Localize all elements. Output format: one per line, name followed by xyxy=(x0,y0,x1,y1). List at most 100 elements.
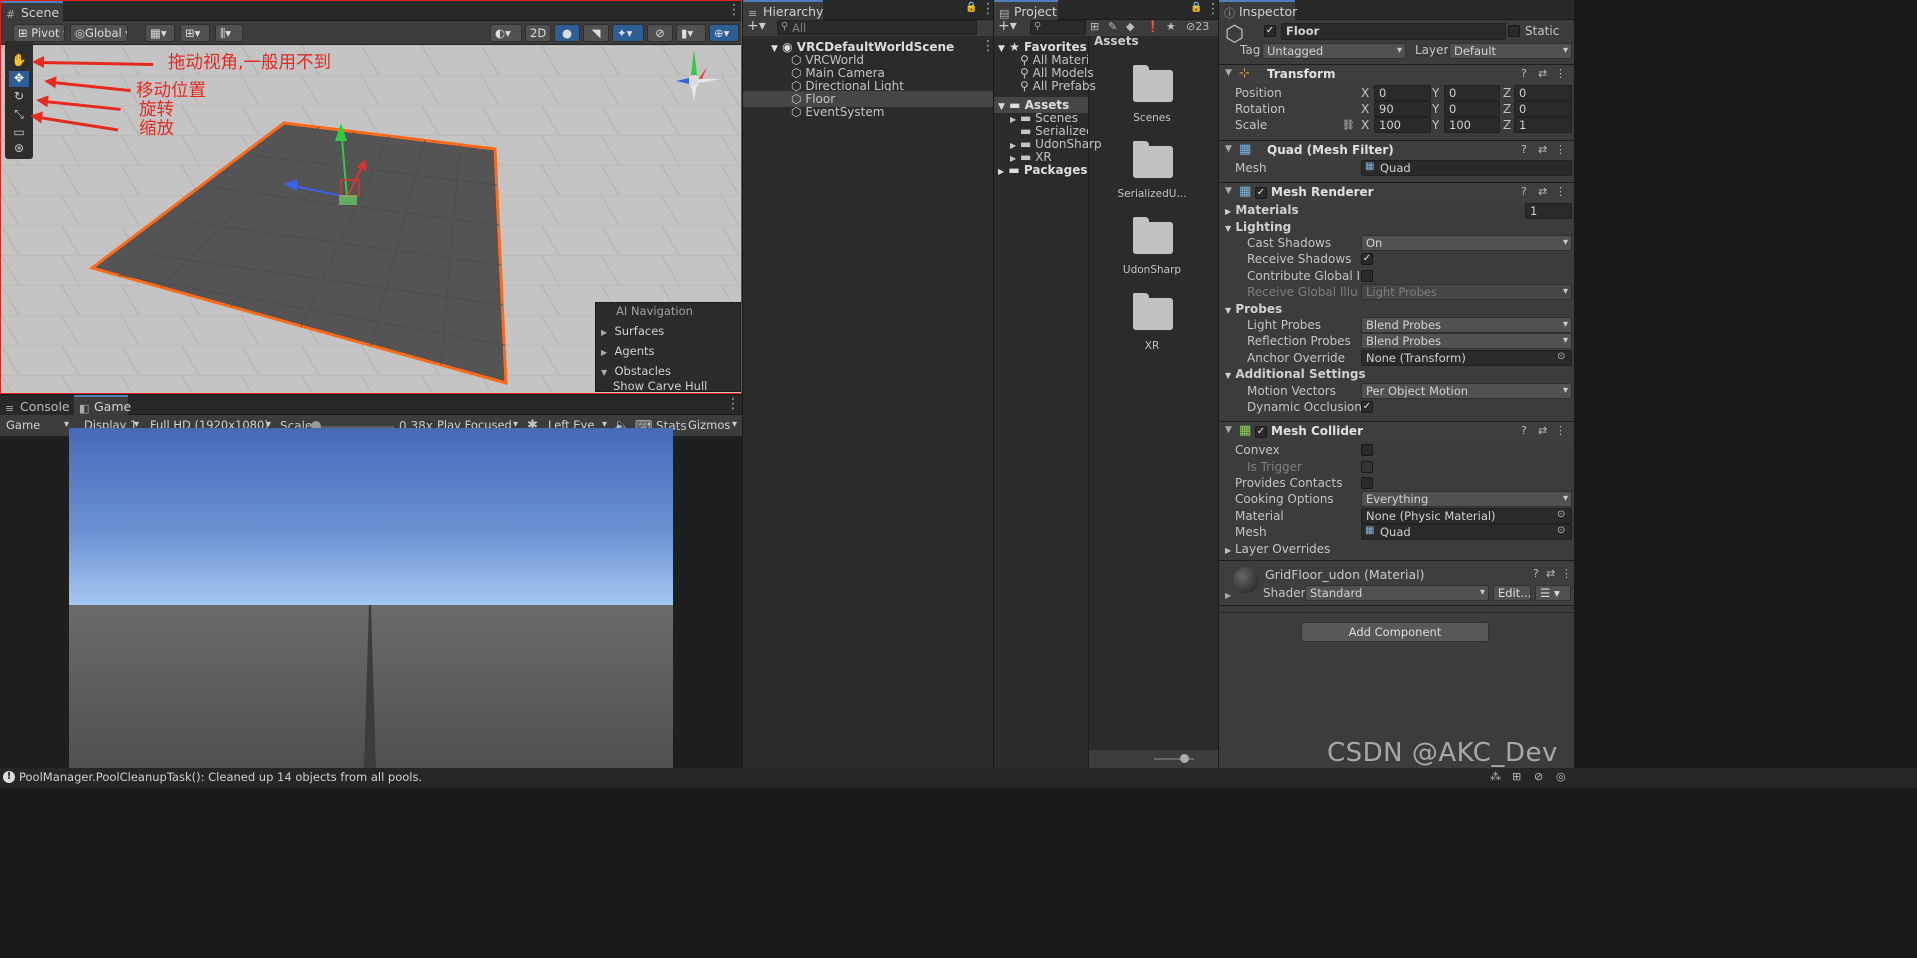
audio-toggle-icon[interactable]: ◥ xyxy=(583,24,609,42)
tab-console[interactable]: ≡ Console xyxy=(0,395,74,415)
kebab-menu-icon[interactable]: ⋮ xyxy=(1555,143,1566,156)
help-icon[interactable]: ? xyxy=(1521,67,1527,80)
hierarchy-search-input[interactable]: All xyxy=(777,20,977,35)
rect-tool-icon[interactable]: ▭ xyxy=(9,125,29,141)
align-button[interactable]: ⫼▾ xyxy=(215,24,243,42)
move-tool-icon[interactable]: ✥ xyxy=(9,71,29,87)
kebab-menu-icon[interactable]: ⋮ xyxy=(1561,567,1572,580)
collider-mesh-field[interactable]: Quad xyxy=(1361,524,1572,540)
presets-icon[interactable]: ⇄ xyxy=(1538,424,1547,437)
gizmos-dropdown[interactable]: ⊕▾ xyxy=(709,24,739,42)
draw-mode-dropdown[interactable]: ◐▾ xyxy=(490,24,522,42)
position-z-field[interactable]: 0 xyxy=(1514,85,1572,101)
camera-dropdown[interactable]: ▮▾ xyxy=(676,24,706,42)
convex-checkbox[interactable] xyxy=(1361,444,1373,456)
search-by-label-icon[interactable]: ✎ xyxy=(1108,20,1117,33)
transform-tool-icon[interactable]: ⊛ xyxy=(9,141,29,157)
lighting-toggle-icon[interactable]: ● xyxy=(554,24,580,42)
probes-foldout[interactable]: ▼ Probes xyxy=(1225,302,1282,318)
create-plus-icon[interactable]: +▾ xyxy=(998,18,1017,34)
motion-vectors-dropdown[interactable]: Per Object Motion xyxy=(1361,383,1572,399)
ai-nav-obstacles[interactable]: ▼ Obstacles xyxy=(601,364,671,378)
favorite-item[interactable]: ⚲ All Prefabs xyxy=(1020,78,1096,94)
tab-project[interactable]: ▤ Project xyxy=(994,0,1058,20)
folder-icon[interactable] xyxy=(1133,65,1173,102)
lighting-foldout[interactable]: ▼ Lighting xyxy=(1225,220,1291,236)
folder-icon[interactable] xyxy=(1133,141,1173,178)
global-dropdown[interactable]: ◎Global ▾ xyxy=(70,24,128,42)
layer-overrides-foldout[interactable]: ▶ Layer Overrides xyxy=(1225,542,1330,558)
kebab-menu-icon[interactable]: ⋮ xyxy=(981,1,993,17)
additional-settings-foldout[interactable]: ▼ Additional Settings xyxy=(1225,367,1366,383)
tag-dropdown[interactable]: Untagged xyxy=(1262,43,1406,59)
materials-count-field[interactable]: 1 xyxy=(1525,203,1572,219)
folder-icon[interactable] xyxy=(1133,293,1173,330)
mesh-renderer-enabled-checkbox[interactable]: ✓ xyxy=(1255,187,1267,199)
light-probes-dropdown[interactable]: Blend Probes xyxy=(1361,317,1572,333)
effects-dropdown[interactable]: ✦▾ xyxy=(612,24,644,42)
kebab-menu-icon[interactable]: ⋮ xyxy=(1555,424,1566,437)
help-icon[interactable]: ? xyxy=(1533,567,1539,580)
object-picker-icon[interactable]: ⊙ xyxy=(1557,525,1565,536)
kebab-menu-icon[interactable]: ⋮ xyxy=(1206,1,1218,17)
gizmos-dropdown[interactable]: Gizmos xyxy=(684,418,740,434)
presets-icon[interactable]: ⇄ xyxy=(1538,185,1547,198)
progress-icon[interactable]: ⁂ xyxy=(1490,770,1501,783)
lock-icon[interactable]: 🔒 xyxy=(1190,2,1202,13)
presets-icon[interactable]: ⇄ xyxy=(1546,567,1555,580)
tab-game[interactable]: ◧ Game xyxy=(74,395,131,415)
tab-scene[interactable]: # Scene xyxy=(1,1,63,21)
receive-shadows-checkbox[interactable]: ✓ xyxy=(1361,253,1373,265)
object-name-field[interactable]: Floor xyxy=(1281,23,1506,40)
anchor-override-field[interactable]: None (Transform) xyxy=(1361,350,1572,366)
reflection-probes-dropdown[interactable]: Blend Probes xyxy=(1361,333,1572,349)
create-plus-icon[interactable]: +▾ xyxy=(747,18,766,34)
shader-edit-button[interactable]: Edit... xyxy=(1493,585,1531,601)
add-component-button[interactable]: Add Component xyxy=(1301,622,1489,642)
mesh-collider-enabled-checkbox[interactable]: ✓ xyxy=(1255,426,1267,438)
scale-y-field[interactable]: 100 xyxy=(1444,117,1500,133)
cast-shadows-dropdown[interactable]: On xyxy=(1361,235,1572,251)
warning-icon[interactable]: ❗ xyxy=(1146,20,1160,33)
tab-hierarchy[interactable]: ≡ Hierarchy xyxy=(743,0,823,20)
hidden-packages-icon[interactable]: ⊘23 xyxy=(1186,20,1209,33)
shader-options-button[interactable]: ☰ ▾ xyxy=(1535,585,1571,601)
dynamic-occlusion-checkbox[interactable]: ✓ xyxy=(1361,401,1373,413)
transform-header[interactable]: ▼ ⊹ Transform ? ⇄ ⋮ xyxy=(1219,64,1574,84)
kebab-menu-icon[interactable]: ⋮ xyxy=(727,2,741,18)
position-y-field[interactable]: 0 xyxy=(1444,85,1500,101)
contribute-gi-checkbox[interactable] xyxy=(1361,270,1373,282)
presets-icon[interactable]: ⇄ xyxy=(1538,67,1547,80)
icon-size-thumb[interactable] xyxy=(1180,754,1189,763)
network-icon[interactable]: ⊞ xyxy=(1512,770,1521,783)
ai-nav-agents[interactable]: ▶ Agents xyxy=(601,344,655,358)
rotation-x-field[interactable]: 90 xyxy=(1374,101,1431,117)
debug-icon[interactable]: ⊘ xyxy=(1534,770,1543,783)
ai-nav-surfaces[interactable]: ▶ Surfaces xyxy=(601,324,664,338)
material-foldout-arrow[interactable]: ▶ xyxy=(1225,591,1231,600)
grid-snap-button[interactable]: ▦▾ xyxy=(145,24,175,42)
position-x-field[interactable]: 0 xyxy=(1374,85,1431,101)
pivot-dropdown[interactable]: ⊞ Pivot ▾ xyxy=(13,24,65,42)
rotate-tool-icon[interactable]: ↻ xyxy=(9,89,29,105)
assets-breadcrumb[interactable]: Assets xyxy=(1094,34,1139,48)
hand-tool-icon[interactable]: ✋ xyxy=(9,53,29,69)
object-picker-icon[interactable]: ⊙ xyxy=(1557,509,1565,520)
presets-icon[interactable]: ⇄ xyxy=(1538,143,1547,156)
scale-tool-icon[interactable]: ⤡ xyxy=(9,107,29,123)
static-checkbox[interactable] xyxy=(1508,25,1520,37)
star-icon[interactable]: ★ xyxy=(1166,20,1176,33)
packages-group[interactable]: ▶ ▬ Packages xyxy=(998,162,1088,178)
hidden-objects-icon[interactable]: ⊘ xyxy=(647,24,673,42)
help-icon[interactable]: ? xyxy=(1521,185,1527,198)
toggle-2d-button[interactable]: 2D xyxy=(525,24,551,42)
scene-kebab-icon[interactable]: ⋮ xyxy=(981,38,993,54)
mesh-filter-header[interactable]: ▼ ▦ Quad (Mesh Filter) ? ⇄ ⋮ xyxy=(1219,140,1574,160)
search-by-type-icon[interactable]: ⊞ xyxy=(1090,20,1099,33)
mesh-object-field[interactable]: Quad xyxy=(1361,160,1572,176)
materials-foldout[interactable]: ▶ Materials xyxy=(1225,203,1299,219)
help-icon[interactable]: ? xyxy=(1521,424,1527,437)
collab-icon[interactable]: ◎ xyxy=(1556,770,1566,783)
help-icon[interactable]: ? xyxy=(1521,143,1527,156)
rotation-y-field[interactable]: 0 xyxy=(1444,101,1500,117)
